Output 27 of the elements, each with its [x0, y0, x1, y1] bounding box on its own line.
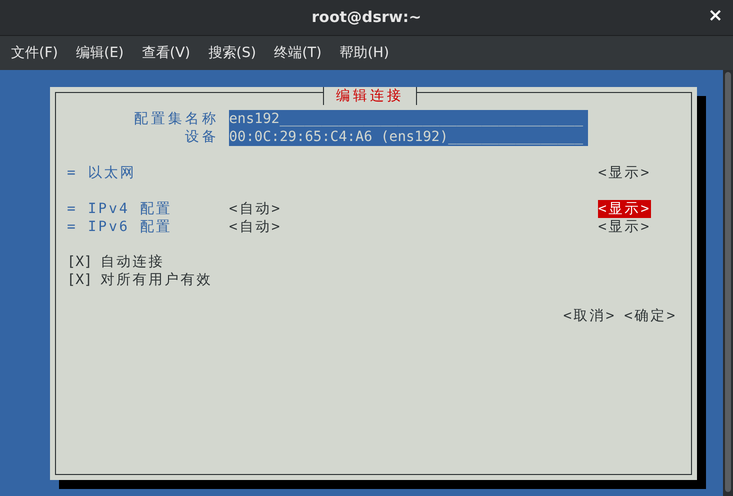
dialog-button[interactable]: <确定>: [624, 307, 677, 325]
menu-item[interactable]: 终端(T): [274, 42, 322, 64]
checkbox-label: 对所有用户有效: [100, 271, 212, 289]
input-field[interactable]: ens192____________________________________: [229, 110, 588, 128]
show-button[interactable]: <显示>: [598, 200, 651, 218]
close-button[interactable]: ×: [704, 7, 727, 25]
menu-item[interactable]: 搜索(S): [208, 42, 256, 64]
window-title: root@dsrw:~: [312, 7, 422, 28]
dialog-title: 编辑连接: [323, 87, 417, 105]
menu-item[interactable]: 帮助(H): [340, 42, 390, 64]
mode-dropdown[interactable]: <自动>: [229, 200, 282, 218]
field-label: 设备: [184, 128, 220, 146]
dialog-button[interactable]: <取消>: [563, 307, 616, 325]
input-field[interactable]: 00:0C:29:65:C4:A6 (ens192)________________: [229, 128, 588, 146]
checkbox[interactable]: [X]: [67, 271, 92, 289]
section-label: = IPv6 配置: [67, 218, 174, 236]
field-label: 配置集名称: [133, 110, 220, 128]
section-label: = IPv4 配置: [67, 200, 174, 218]
show-button[interactable]: <显示>: [598, 218, 651, 236]
section-label: = 以太网: [67, 164, 137, 182]
menu-item[interactable]: 文件(F): [11, 42, 58, 64]
checkbox-label: 自动连接: [100, 253, 164, 271]
checkbox[interactable]: [X]: [67, 253, 92, 271]
show-button[interactable]: <显示>: [598, 164, 651, 182]
menu-item[interactable]: 查看(V): [142, 42, 190, 64]
mode-dropdown[interactable]: <自动>: [229, 218, 282, 236]
menu-item[interactable]: 编辑(E): [76, 42, 124, 64]
